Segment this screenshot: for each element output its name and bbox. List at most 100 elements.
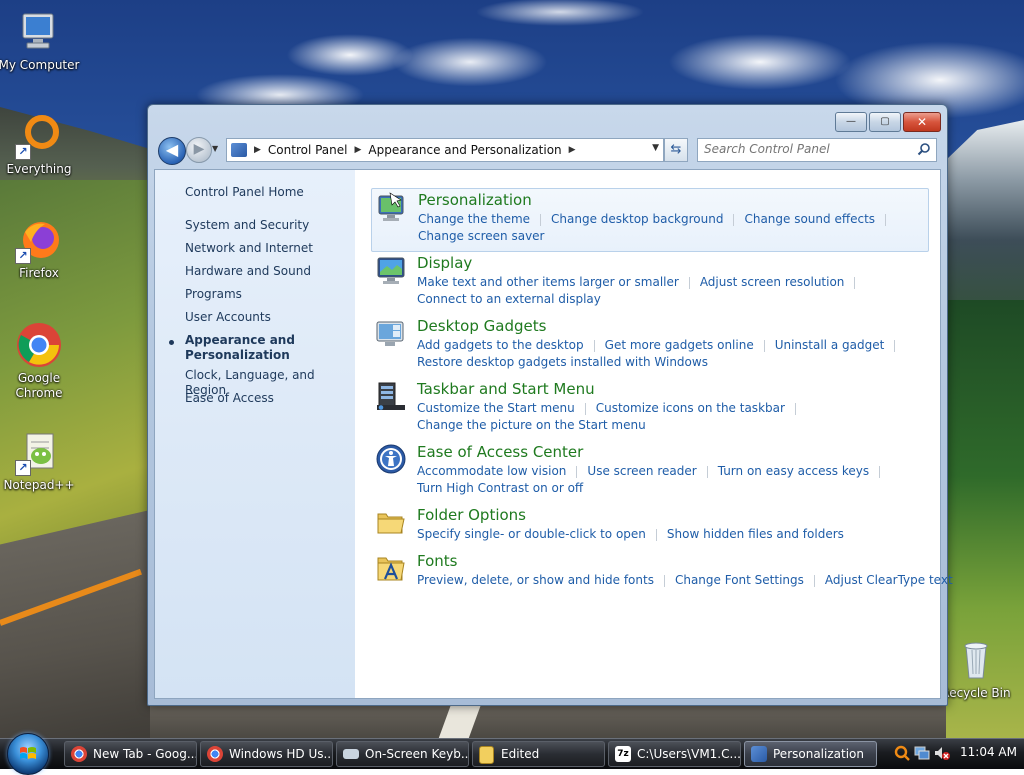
category-title-desktop-gadgets[interactable]: Desktop Gadgets — [417, 317, 546, 335]
network-tray-icon[interactable] — [914, 745, 930, 761]
volume-muted-icon[interactable] — [934, 745, 950, 761]
link-separator — [885, 213, 887, 226]
desktop-icon-firefox[interactable]: ↗ Firefox — [0, 216, 81, 281]
link-separator — [879, 465, 881, 478]
desktop-icon-my-computer[interactable]: My Computer — [0, 8, 81, 73]
sidebar-item-control-panel-home[interactable]: Control Panel Home — [185, 185, 304, 200]
category-title-taskbar-start-menu[interactable]: Taskbar and Start Menu — [417, 380, 595, 398]
sidebar-item-network-and-internet[interactable]: Network and Internet — [185, 241, 313, 256]
link-easy-access-keys[interactable]: Turn on easy access keys — [718, 464, 869, 478]
link-change-desktop-background[interactable]: Change desktop background — [551, 212, 723, 226]
search-icon[interactable] — [917, 142, 931, 156]
breadcrumb-separator[interactable]: ▶ — [254, 145, 261, 155]
link-change-font-settings[interactable]: Change Font Settings — [675, 573, 804, 587]
link-use-screen-reader[interactable]: Use screen reader — [587, 464, 696, 478]
link-separator — [763, 339, 765, 352]
breadcrumb-appearance-personalization[interactable]: Appearance and Personalization — [368, 143, 561, 157]
link-customize-start-menu[interactable]: Customize the Start menu — [417, 401, 575, 415]
link-accommodate-low-vision[interactable]: Accommodate low vision — [417, 464, 566, 478]
desktop-icon-notepad-plus-plus[interactable]: ↗ Notepad++ — [0, 428, 81, 493]
link-connect-external-display[interactable]: Connect to an external display — [417, 292, 601, 306]
desktop-icon-label: My Computer — [0, 58, 80, 72]
address-toolbar: ◀ ▶ ▼ ▶ Control Panel ▶ Appearance and P… — [156, 135, 939, 167]
address-bar[interactable]: ▶ Control Panel ▶ Appearance and Persona… — [226, 138, 664, 162]
breadcrumb-control-panel[interactable]: Control Panel — [268, 143, 348, 157]
link-adjust-cleartype[interactable]: Adjust ClearType text — [825, 573, 953, 587]
link-change-sound-effects[interactable]: Change sound effects — [744, 212, 875, 226]
link-high-contrast[interactable]: Turn High Contrast on or off — [417, 481, 583, 495]
search-input[interactable] — [698, 139, 909, 159]
taskbar-item-personalization[interactable]: Personalization — [744, 741, 877, 767]
link-change-theme[interactable]: Change the theme — [418, 212, 530, 226]
category-folder-options: Folder Options Specify single- or double… — [371, 504, 927, 548]
breadcrumb-separator[interactable]: ▶ — [355, 145, 362, 155]
sidebar-item-programs[interactable]: Programs — [185, 287, 242, 302]
desktop-icon-everything[interactable]: ↗ Everything — [0, 112, 81, 177]
active-item-bullet — [169, 340, 174, 345]
link-show-hidden-files[interactable]: Show hidden files and folders — [667, 527, 844, 541]
control-panel-icon — [751, 746, 767, 762]
sidebar-item-user-accounts[interactable]: User Accounts — [185, 310, 271, 325]
link-restore-gadgets[interactable]: Restore desktop gadgets installed with W… — [417, 355, 708, 369]
link-separator — [593, 339, 595, 352]
fonts-icon — [375, 552, 407, 584]
taskbar-item-label: On-Screen Keyb... — [365, 747, 469, 761]
link-change-screen-saver[interactable]: Change screen saver — [418, 229, 545, 243]
category-links: Make text and other items larger or smal… — [417, 274, 937, 308]
link-separator — [733, 213, 735, 226]
close-button[interactable]: ✕ — [903, 112, 941, 132]
taskbar-item-edited-folder[interactable]: Edited — [472, 741, 605, 767]
sidebar-item-ease-of-access[interactable]: Ease of Access — [185, 391, 274, 406]
link-separator — [894, 339, 896, 352]
taskbar-item-7zip[interactable]: 7z C:\Users\VM1.C... — [608, 741, 741, 767]
search-everything-tray-icon[interactable] — [894, 745, 910, 761]
category-title-fonts[interactable]: Fonts — [417, 552, 457, 570]
sidebar-item-system-and-security[interactable]: System and Security — [185, 218, 309, 233]
link-add-gadgets[interactable]: Add gadgets to the desktop — [417, 338, 584, 352]
link-change-start-picture[interactable]: Change the picture on the Start menu — [417, 418, 646, 432]
keyboard-icon — [343, 749, 359, 759]
control-panel-icon — [231, 143, 247, 157]
search-box[interactable] — [697, 138, 937, 162]
category-title-display[interactable]: Display — [417, 254, 472, 272]
category-title-personalization[interactable]: Personalization — [418, 191, 532, 209]
link-separator — [706, 465, 708, 478]
taskbar-item-label: Personalization — [773, 747, 864, 761]
taskbar-icon — [375, 380, 407, 412]
link-separator — [663, 574, 665, 587]
taskbar-item-windows-hd[interactable]: Windows HD Us... — [200, 741, 333, 767]
refresh-button[interactable]: ⇆ — [664, 138, 688, 162]
desktop-icon-chrome[interactable]: Google Chrome — [0, 321, 81, 401]
taskbar-item-new-tab[interactable]: New Tab - Goog... — [64, 741, 197, 767]
category-links: Customize the Start menu Customize icons … — [417, 400, 937, 434]
system-clock[interactable]: 11:04 AM — [960, 745, 1017, 759]
taskbar-item-label: Edited — [501, 747, 540, 761]
link-single-double-click[interactable]: Specify single- or double-click to open — [417, 527, 646, 541]
forward-button[interactable]: ▶ — [186, 137, 212, 163]
taskbar-item-label: C:\Users\VM1.C... — [637, 747, 741, 761]
link-uninstall-gadget[interactable]: Uninstall a gadget — [775, 338, 885, 352]
shortcut-arrow-icon: ↗ — [15, 248, 31, 264]
address-dropdown-icon[interactable]: ▼ — [652, 143, 659, 153]
sidebar-item-hardware-and-sound[interactable]: Hardware and Sound — [185, 264, 311, 279]
taskbar-item-on-screen-keyboard[interactable]: On-Screen Keyb... — [336, 741, 469, 767]
category-title-folder-options[interactable]: Folder Options — [417, 506, 526, 524]
link-preview-fonts[interactable]: Preview, delete, or show and hide fonts — [417, 573, 654, 587]
wallpaper-road — [0, 510, 150, 740]
start-button[interactable] — [7, 733, 49, 775]
chrome-icon — [15, 321, 63, 369]
back-button[interactable]: ◀ — [158, 137, 186, 165]
personalization-icon — [376, 191, 408, 223]
link-adjust-screen-resolution[interactable]: Adjust screen resolution — [700, 275, 845, 289]
minimize-button[interactable]: — — [835, 112, 867, 132]
notepad-plus-plus-icon: ↗ — [15, 428, 63, 476]
breadcrumb-separator[interactable]: ▶ — [569, 145, 576, 155]
link-make-text-larger[interactable]: Make text and other items larger or smal… — [417, 275, 679, 289]
recent-pages-dropdown[interactable]: ▼ — [212, 144, 222, 154]
maximize-button[interactable]: ▢ — [869, 112, 901, 132]
link-get-more-gadgets[interactable]: Get more gadgets online — [605, 338, 754, 352]
firefox-icon: ↗ — [15, 216, 63, 264]
chrome-icon — [71, 746, 87, 762]
link-customize-taskbar-icons[interactable]: Customize icons on the taskbar — [596, 401, 785, 415]
category-title-ease-of-access-center[interactable]: Ease of Access Center — [417, 443, 583, 461]
